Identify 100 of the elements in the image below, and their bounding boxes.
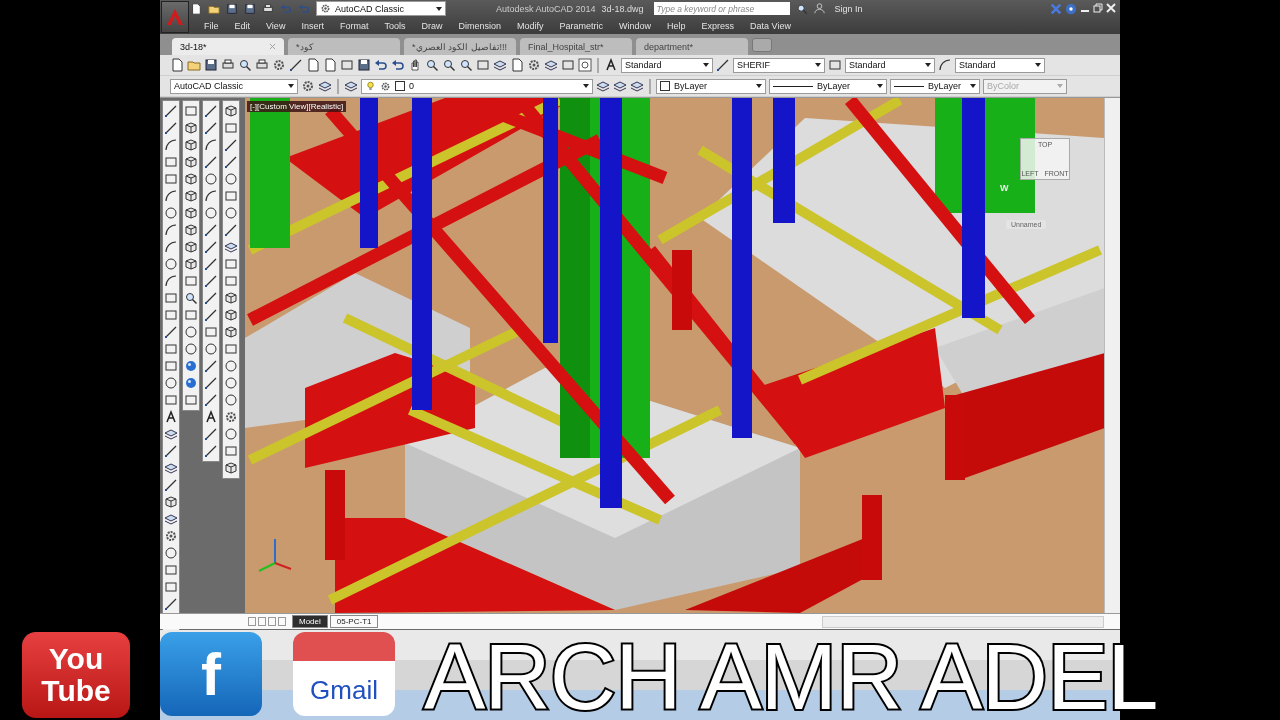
cube-icon[interactable] (184, 240, 198, 254)
dimension-style-dropdown[interactable]: SHERIF (733, 57, 825, 73)
gear-icon[interactable] (164, 529, 178, 543)
gear-icon[interactable] (224, 410, 238, 424)
cube-icon[interactable] (184, 121, 198, 135)
save-icon[interactable] (204, 58, 218, 72)
menu-item[interactable]: Format (331, 20, 377, 31)
menu-item[interactable]: Parametric (551, 20, 611, 31)
menu-item[interactable]: Edit (226, 20, 259, 31)
line-icon[interactable] (224, 155, 238, 169)
menu-item[interactable]: Window (611, 20, 660, 31)
cube-icon[interactable] (184, 172, 198, 186)
line-icon[interactable] (716, 58, 730, 72)
help-icon[interactable] (1065, 2, 1077, 15)
line-icon[interactable] (204, 291, 218, 305)
circle-icon[interactable] (164, 257, 178, 271)
undo-icon[interactable] (374, 58, 388, 72)
menu-item[interactable]: Help (659, 20, 694, 31)
horizontal-scrollbar[interactable] (822, 615, 1104, 628)
cube-icon[interactable] (224, 461, 238, 475)
document-icon[interactable] (323, 58, 337, 72)
cube-icon[interactable] (184, 223, 198, 237)
rectangle-icon[interactable] (164, 563, 178, 577)
line-icon[interactable] (224, 223, 238, 237)
lightbulb-icon[interactable] (365, 80, 376, 92)
save-icon[interactable] (244, 2, 256, 15)
vertical-scrollbar[interactable] (1104, 98, 1120, 613)
rectangle-icon[interactable] (164, 359, 178, 373)
gear-icon[interactable] (380, 80, 391, 92)
table-style-dropdown[interactable]: Standard (845, 57, 935, 73)
rectangle-icon[interactable] (828, 58, 842, 72)
layers-icon[interactable] (596, 79, 610, 93)
circle-icon[interactable] (164, 376, 178, 390)
layers-icon[interactable] (318, 79, 332, 93)
menu-item[interactable]: Modify (509, 20, 552, 31)
document-icon[interactable] (170, 58, 184, 72)
layers-icon[interactable] (544, 58, 558, 72)
magnifier-icon[interactable] (795, 2, 808, 15)
cube-icon[interactable] (224, 325, 238, 339)
arc-icon[interactable] (164, 138, 178, 152)
line-icon[interactable] (204, 444, 218, 458)
layers-icon[interactable] (493, 58, 507, 72)
printer-icon[interactable] (221, 58, 235, 72)
cube-icon[interactable] (224, 308, 238, 322)
layers-icon[interactable] (613, 79, 627, 93)
magnifier-icon[interactable] (442, 58, 456, 72)
line-icon[interactable] (204, 274, 218, 288)
save-icon[interactable] (357, 58, 371, 72)
printer-icon[interactable] (262, 2, 274, 15)
layers-icon[interactable] (164, 512, 178, 526)
menu-item[interactable]: Insert (293, 20, 332, 31)
circle-icon[interactable] (224, 359, 238, 373)
line-icon[interactable] (204, 240, 218, 254)
cube-icon[interactable] (184, 155, 198, 169)
rectangle-icon[interactable] (224, 257, 238, 271)
cube-icon[interactable] (184, 189, 198, 203)
workspace-dropdown[interactable]: AutoCAD Classic (316, 1, 446, 16)
layers-icon[interactable] (344, 79, 358, 93)
printer-icon[interactable] (255, 58, 269, 72)
magnifier-icon[interactable] (425, 58, 439, 72)
line-icon[interactable] (164, 597, 178, 611)
line-icon[interactable] (204, 393, 218, 407)
rectangle-icon[interactable] (224, 189, 238, 203)
arc-icon[interactable] (204, 138, 218, 152)
circle-icon[interactable] (184, 325, 198, 339)
text-icon[interactable] (204, 410, 218, 424)
gear-icon[interactable] (527, 58, 541, 72)
line-icon[interactable] (204, 223, 218, 237)
layout-tab[interactable]: Model (292, 615, 328, 628)
line-icon[interactable] (204, 359, 218, 373)
circle-icon[interactable] (204, 172, 218, 186)
document-tab[interactable]: كود* (288, 38, 400, 55)
search-field[interactable]: Type a keyword or phrase (653, 2, 790, 15)
person-icon[interactable] (813, 3, 825, 14)
line-icon[interactable] (164, 325, 178, 339)
menu-item[interactable]: File (196, 20, 227, 31)
magnifier-icon[interactable] (238, 58, 252, 72)
cube-icon[interactable] (224, 104, 238, 118)
circle-icon[interactable] (204, 342, 218, 356)
arc-icon[interactable] (204, 189, 218, 203)
line-icon[interactable] (204, 104, 218, 118)
multileader-style-dropdown[interactable]: Standard (955, 57, 1045, 73)
document-tab[interactable]: Final_Hospital_str* (520, 38, 632, 55)
magnifier-icon[interactable] (459, 58, 473, 72)
text-style-dropdown[interactable]: Standard (621, 57, 713, 73)
line-icon[interactable] (204, 427, 218, 441)
line-icon[interactable] (224, 138, 238, 152)
circle-icon[interactable] (224, 206, 238, 220)
arc-icon[interactable] (164, 240, 178, 254)
line-icon[interactable] (204, 257, 218, 271)
gear-icon[interactable] (301, 79, 315, 93)
layers-icon[interactable] (224, 240, 238, 254)
cube-icon[interactable] (184, 138, 198, 152)
menu-item[interactable]: Tools (376, 20, 414, 31)
circle-icon[interactable] (224, 172, 238, 186)
arc-icon[interactable] (164, 189, 178, 203)
arc-icon[interactable] (164, 223, 178, 237)
undo-icon[interactable] (391, 58, 405, 72)
layout-tab[interactable]: 05-PC-T1 (329, 615, 379, 628)
menu-item[interactable]: Express (693, 20, 743, 31)
